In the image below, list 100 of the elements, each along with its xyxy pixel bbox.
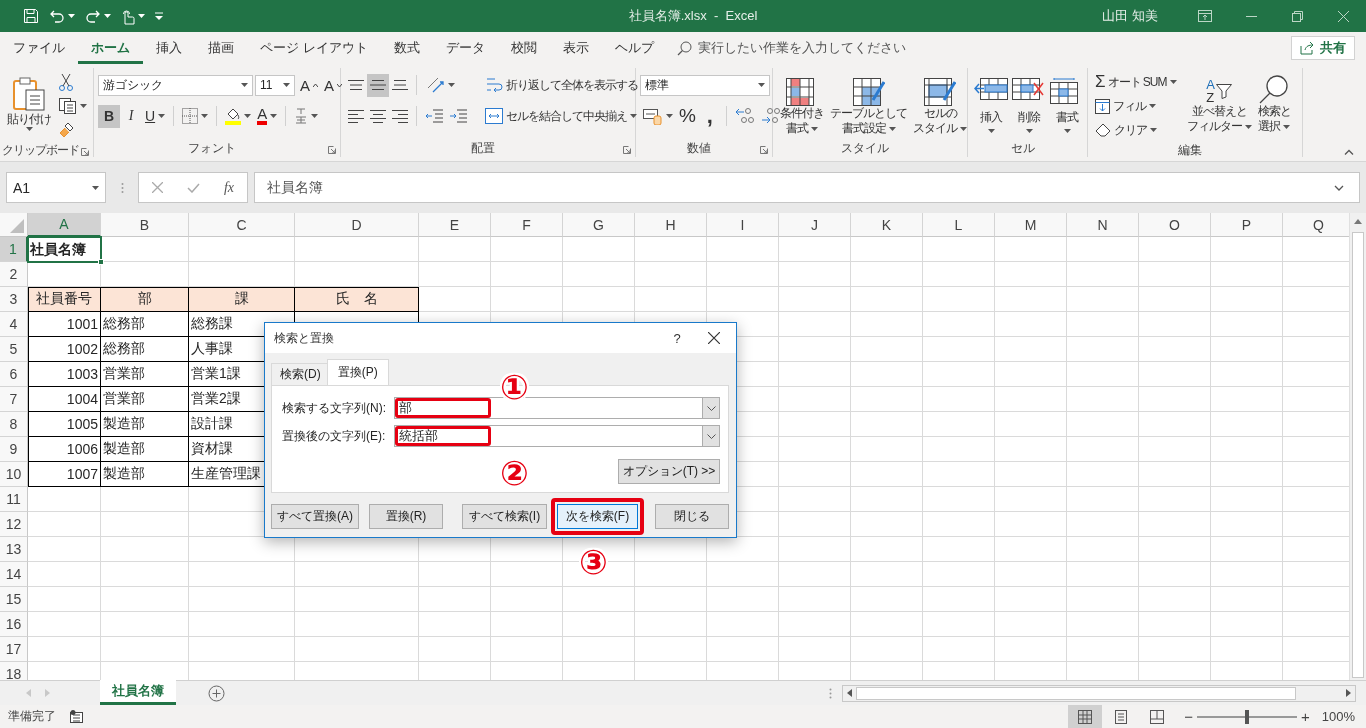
vertical-scrollbar[interactable]	[1349, 213, 1366, 680]
options-button[interactable]: オプション(T) >>	[618, 459, 720, 484]
delete-cells-button[interactable]: 削除	[1010, 70, 1048, 139]
column-header[interactable]: H	[635, 213, 707, 237]
ribbon-tab[interactable]: 表示	[549, 32, 602, 64]
dialog-tab[interactable]: 置換(P)	[326, 359, 389, 385]
autosum-button[interactable]: Σ オート SUM	[1092, 70, 1180, 94]
name-box[interactable]: A1	[6, 172, 106, 203]
insert-cells-button[interactable]: 挿入	[972, 70, 1010, 139]
sheet-tab[interactable]: 社員名簿	[100, 680, 176, 705]
ribbon-tab[interactable]: ヘルプ	[601, 32, 667, 64]
column-header[interactable]: P	[1211, 213, 1283, 237]
format-cells-button[interactable]: 書式	[1048, 70, 1086, 139]
number-format-dropdown[interactable]: 標準	[640, 74, 770, 96]
conditional-formatting-button[interactable]: 条件付き 書式	[777, 70, 827, 139]
dialog-launcher-icon[interactable]	[623, 146, 631, 154]
zoom-level[interactable]: 100%	[1321, 709, 1355, 724]
row-header[interactable]: 17	[0, 637, 28, 662]
row-header[interactable]: 6	[0, 362, 28, 387]
column-header[interactable]: F	[491, 213, 563, 237]
text-field[interactable]: 統括部	[394, 425, 720, 447]
align-middle-button[interactable]	[367, 73, 389, 97]
ribbon-tab[interactable]: 描画	[195, 32, 247, 64]
sort-filter-button[interactable]: A Z 並べ替えと フィルター	[1183, 70, 1255, 142]
fill-handle[interactable]	[98, 259, 104, 265]
add-sheet-icon[interactable]	[208, 684, 225, 702]
row-header[interactable]: 2	[0, 262, 28, 287]
font-size-dropdown[interactable]: 11	[255, 74, 295, 96]
column-header[interactable]: I	[707, 213, 779, 237]
row-header[interactable]: 15	[0, 587, 28, 612]
ribbon-tab[interactable]: ページ レイアウト	[247, 32, 381, 64]
customize-toolbar-button[interactable]	[152, 12, 166, 20]
zoom-in-button[interactable]: +	[1301, 708, 1310, 725]
ribbon-tab[interactable]: 数式	[380, 32, 433, 64]
row-header[interactable]: 3	[0, 287, 28, 312]
dialog-button[interactable]: すべて置換(A)	[271, 504, 359, 529]
increase-font-size-button[interactable]: A	[297, 73, 321, 97]
column-header[interactable]: J	[779, 213, 851, 237]
ribbon-tab[interactable]: データ	[432, 32, 498, 64]
column-header[interactable]: E	[419, 213, 491, 237]
row-header[interactable]: 18	[0, 662, 28, 680]
merge-center-button[interactable]: セルを結合して中央揃え	[482, 100, 641, 132]
fill-button[interactable]: フィル	[1092, 94, 1180, 118]
dialog-button[interactable]: 置換(R)	[369, 504, 443, 529]
dialog-button[interactable]: 次を検索(F)	[557, 504, 638, 529]
percent-style-button[interactable]: %	[676, 104, 699, 128]
row-header[interactable]: 14	[0, 562, 28, 587]
dialog-tab[interactable]: 検索(D)	[271, 363, 328, 385]
row-header[interactable]: 12	[0, 512, 28, 537]
row-header[interactable]: 7	[0, 387, 28, 412]
formula-field[interactable]: 社員名簿	[254, 172, 1360, 203]
column-header[interactable]: C	[189, 213, 295, 237]
tell-me-field[interactable]: 実行したい作業を入力してください	[676, 39, 906, 57]
chevron-down-icon[interactable]	[706, 405, 716, 411]
italic-button[interactable]: I	[120, 104, 142, 128]
horizontal-scrollbar[interactable]	[842, 684, 1356, 702]
bold-button[interactable]: B	[98, 104, 120, 128]
column-header[interactable]: Q	[1283, 213, 1349, 237]
macro-record-icon[interactable]	[70, 710, 83, 723]
ribbon-tab[interactable]: 挿入	[143, 32, 195, 64]
ribbon-tab[interactable]: ファイル	[0, 32, 78, 64]
column-header[interactable]: N	[1067, 213, 1139, 237]
wrap-text-button[interactable]: 折り返して全体を表示する	[482, 70, 641, 100]
insert-function-button[interactable]: fx	[218, 176, 240, 199]
row-header[interactable]: 11	[0, 487, 28, 512]
zoom-out-button[interactable]: −	[1184, 708, 1193, 725]
row-header[interactable]: 5	[0, 337, 28, 362]
chevron-down-icon[interactable]	[1334, 184, 1344, 191]
ribbon-tab[interactable]: 校閲	[497, 32, 550, 64]
collapse-ribbon-icon[interactable]	[1344, 149, 1354, 155]
dialog-button[interactable]: 閉じる	[655, 504, 729, 529]
format-as-table-button[interactable]: テーブルとして 書式設定	[827, 70, 910, 139]
column-header[interactable]: M	[995, 213, 1067, 237]
dialog-launcher-icon[interactable]	[760, 146, 768, 154]
normal-view-button[interactable]	[1068, 705, 1103, 728]
font-color-button[interactable]: A	[254, 104, 281, 128]
dialog-launcher-icon[interactable]	[328, 146, 336, 154]
column-header[interactable]: B	[101, 213, 189, 237]
comma-style-button[interactable]: ,	[698, 104, 721, 128]
column-header[interactable]: L	[923, 213, 995, 237]
row-header[interactable]: 10	[0, 462, 28, 487]
row-header[interactable]: 13	[0, 537, 28, 562]
paste-button[interactable]: 貼り付け	[4, 70, 54, 142]
underline-button[interactable]: U	[142, 104, 169, 128]
find-select-button[interactable]: 検索と 選択	[1254, 70, 1294, 142]
row-header[interactable]: 16	[0, 612, 28, 637]
cell-styles-button[interactable]: セルの スタイル	[910, 70, 970, 139]
dialog-button[interactable]: すべて検索(I)	[462, 504, 547, 529]
column-header[interactable]: D	[295, 213, 419, 237]
dialog-launcher-icon[interactable]	[81, 148, 89, 156]
font-name-dropdown[interactable]: 游ゴシック	[98, 74, 253, 96]
row-header[interactable]: 9	[0, 437, 28, 462]
chevron-down-icon[interactable]	[706, 433, 716, 439]
decrease-font-size-button[interactable]: A	[321, 73, 346, 97]
clear-button[interactable]: クリア	[1092, 118, 1180, 142]
row-header[interactable]: 8	[0, 412, 28, 437]
column-header[interactable]: O	[1139, 213, 1211, 237]
column-header[interactable]: K	[851, 213, 923, 237]
column-header[interactable]: A	[28, 213, 101, 237]
share-button[interactable]: 共有	[1291, 36, 1355, 60]
